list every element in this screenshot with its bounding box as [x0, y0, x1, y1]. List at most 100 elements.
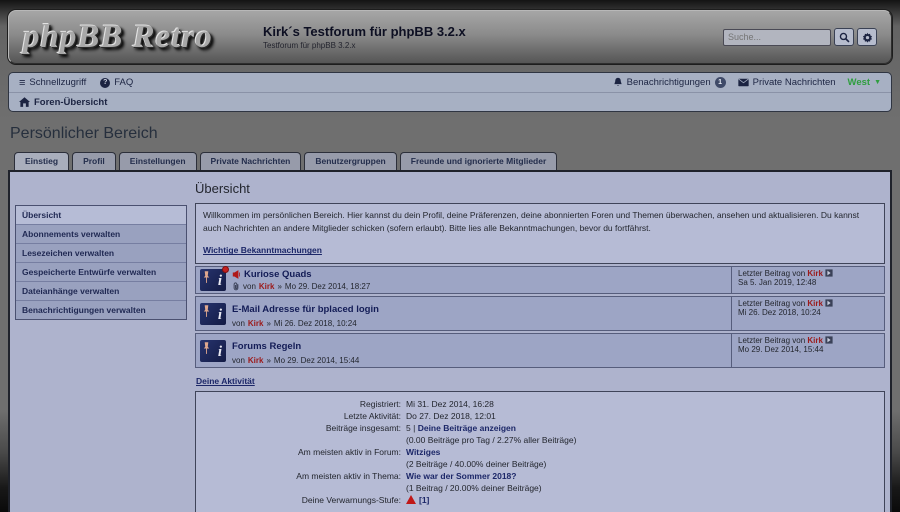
show-posts-link[interactable]: Deine Beiträge anzeigen [418, 423, 516, 433]
pushpin-icon [202, 342, 211, 355]
quick-links[interactable]: ≡ Schnellzugriff [19, 77, 86, 89]
lastpost-cell: Letzter Beitrag von Kirk Mo 29. Dez 2014… [731, 334, 884, 367]
author-link[interactable]: Kirk [259, 282, 275, 291]
sidebar-item-uebersicht[interactable]: Übersicht [16, 206, 186, 225]
main-panel: Übersicht Übersicht Abonnements verwalte… [8, 170, 892, 512]
welcome-text: Willkommen im persönlichen Bereich. Hier… [203, 209, 877, 235]
last-active-value: Do 27. Dez 2018, 12:01 [406, 410, 877, 422]
topic-title[interactable]: Forums Regeln [232, 341, 301, 352]
active-forum-link[interactable]: Witziges [406, 447, 440, 457]
notifications-label: Benachrichtigungen [627, 77, 711, 88]
warning-level-value[interactable]: [1] [419, 495, 429, 505]
announcement-row: i Forums Regeln von Kirk » Mo 29. Dez 20… [195, 333, 885, 368]
separator: » [266, 356, 270, 365]
notifications-badge: 1 [715, 77, 726, 88]
registered-value: Mi 31. Dez 2014, 16:28 [406, 398, 877, 410]
announcement-list: i Kuriose Quads von [195, 266, 885, 368]
by-label: von [232, 319, 245, 328]
warning-level-label: Deine Verwarnungs-Stufe: [203, 494, 406, 506]
tab-benutzergruppen[interactable]: Benutzergruppen [304, 152, 396, 170]
announcement-icon: i [200, 269, 226, 291]
warning-icon [406, 495, 416, 504]
tab-freunde[interactable]: Freunde und ignorierte Mitglieder [400, 152, 558, 170]
goto-lastpost-icon[interactable] [825, 336, 833, 344]
faq-link[interactable]: ? FAQ [100, 77, 133, 88]
search-settings-button[interactable] [857, 28, 877, 46]
total-posts-label: Beiträge insgesamt: [203, 422, 406, 434]
private-messages-link[interactable]: Private Nachrichten [738, 77, 836, 88]
site-title: Kirk´s Testforum für phpBB 3.2.x [263, 24, 723, 39]
tab-einstieg[interactable]: Einstieg [14, 152, 69, 170]
author-link[interactable]: Kirk [248, 319, 264, 328]
search-bar [723, 28, 877, 46]
sidebar-item-abonnements[interactable]: Abonnements verwalten [16, 225, 186, 244]
activity-link[interactable]: Deine Aktivität [196, 376, 255, 386]
announce-icon [232, 270, 240, 279]
total-posts-value: 5 [406, 423, 411, 433]
goto-lastpost-icon[interactable] [825, 299, 833, 307]
separator: » [266, 319, 270, 328]
tab-profil[interactable]: Profil [72, 152, 116, 170]
goto-lastpost-icon[interactable] [825, 269, 833, 277]
private-messages-label: Private Nachrichten [753, 77, 836, 88]
site-logo[interactable]: phpBB Retro [23, 19, 251, 56]
announcement-icon: i [200, 340, 226, 362]
search-input[interactable] [723, 29, 831, 46]
sidebar-item-entwuerfe[interactable]: Gespeicherte Entwürfe verwalten [16, 263, 186, 282]
site-header: phpBB Retro Kirk´s Testforum für phpBB 3… [8, 10, 892, 64]
lastpost-cell: Letzter Beitrag von Kirk Sa 5. Jan 2019,… [731, 267, 884, 293]
activity-box: Registriert: Mi 31. Dez 2014, 16:28 Letz… [195, 391, 885, 512]
tab-einstellungen[interactable]: Einstellungen [119, 152, 197, 170]
navbar: ≡ Schnellzugriff ? FAQ Benachrichtigunge… [8, 72, 892, 112]
content-heading: Übersicht [195, 178, 885, 199]
page-title: Persönlicher Bereich [10, 125, 892, 143]
lastpost-date: Mo 29. Dez 2014, 15:44 [738, 345, 878, 354]
page: phpBB Retro Kirk´s Testforum für phpBB 3… [0, 0, 900, 512]
lastpost-author[interactable]: Kirk [807, 299, 823, 308]
paperclip-icon [232, 282, 240, 291]
sidebar-item-dateianhaenge[interactable]: Dateianhänge verwalten [16, 282, 186, 301]
announcements-link[interactable]: Wichtige Bekanntmachungen [203, 245, 322, 255]
active-topic-stats: (1 Beitrag / 20.00% deiner Beiträge) [406, 482, 877, 494]
notifications-link[interactable]: Benachrichtigungen 1 [613, 77, 726, 88]
active-forum-stats: (2 Beiträge / 40.00% deiner Beiträge) [406, 458, 877, 470]
post-date: Mo 29. Dez 2014, 18:27 [285, 282, 370, 291]
topic-title[interactable]: Kuriose Quads [244, 269, 312, 280]
breadcrumb-home-label: Foren-Übersicht [34, 97, 107, 108]
site-title-block: Kirk´s Testforum für phpBB 3.2.x Testfor… [251, 24, 723, 50]
home-icon [19, 97, 30, 107]
breadcrumb-row: Foren-Übersicht [9, 92, 891, 111]
author-link[interactable]: Kirk [248, 356, 264, 365]
chevron-down-icon: ▼ [874, 79, 881, 86]
announcement-icon: i [200, 303, 226, 325]
topic-title[interactable]: E-Mail Adresse für bplaced login [232, 304, 379, 315]
post-date: Mo 29. Dez 2014, 15:44 [274, 356, 359, 365]
last-active-label: Letzte Aktivität: [203, 410, 406, 422]
announcement-row: i Kuriose Quads von [195, 266, 885, 294]
posts-per-day: (0.00 Beiträge pro Tag / 2.27% aller Bei… [406, 434, 877, 446]
by-label: von [243, 282, 256, 291]
ucp-tabs: Einstieg Profil Einstellungen Private Na… [14, 152, 892, 170]
active-topic-label: Am meisten aktiv in Thema: [203, 470, 406, 482]
user-menu[interactable]: West ▼ [848, 77, 881, 88]
unread-dot [222, 266, 229, 273]
content-column: Willkommen im persönlichen Bereich. Hier… [195, 203, 885, 512]
breadcrumb-home[interactable]: Foren-Übersicht [19, 97, 107, 108]
search-icon [839, 32, 850, 43]
pushpin-icon [202, 305, 211, 318]
gear-icon [862, 32, 873, 43]
post-date: Mi 26. Dez 2018, 10:24 [274, 319, 357, 328]
faq-label: FAQ [114, 77, 133, 88]
sidebar-item-benachrichtigungen[interactable]: Benachrichtigungen verwalten [16, 301, 186, 319]
lastpost-author[interactable]: Kirk [807, 336, 823, 345]
envelope-icon [738, 78, 749, 87]
sidebar-item-lesezeichen[interactable]: Lesezeichen verwalten [16, 244, 186, 263]
hamburger-icon: ≡ [19, 77, 25, 89]
lastpost-author[interactable]: Kirk [807, 269, 823, 278]
question-icon: ? [100, 78, 110, 88]
announcement-row: i E-Mail Adresse für bplaced login von K… [195, 296, 885, 331]
tab-private-nachrichten[interactable]: Private Nachrichten [200, 152, 302, 170]
search-button[interactable] [834, 28, 854, 46]
active-topic-link[interactable]: Wie war der Sommer 2018? [406, 471, 516, 481]
active-forum-label: Am meisten aktiv in Forum: [203, 446, 406, 458]
